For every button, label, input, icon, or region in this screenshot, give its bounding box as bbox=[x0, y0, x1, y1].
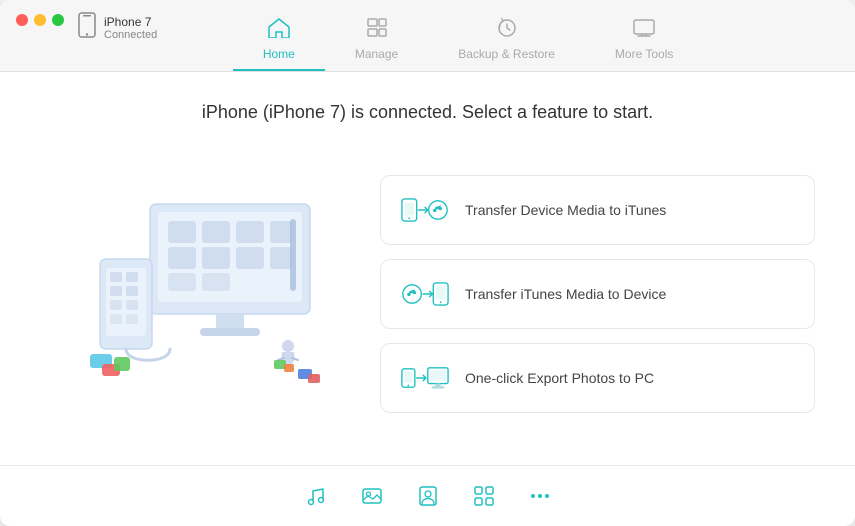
transfer-to-device-icon bbox=[401, 276, 449, 312]
tab-tools-label: More Tools bbox=[615, 47, 673, 61]
toolbar-photos-button[interactable] bbox=[354, 478, 390, 514]
backup-icon bbox=[496, 18, 518, 44]
tab-home-label: Home bbox=[263, 47, 295, 61]
tools-icon bbox=[633, 18, 655, 44]
maximize-button[interactable] bbox=[52, 14, 64, 26]
illustration bbox=[40, 164, 340, 424]
toolbar-apps-button[interactable] bbox=[466, 478, 502, 514]
toolbar-music-button[interactable] bbox=[298, 478, 334, 514]
feature-card-export-photos[interactable]: One-click Export Photos to PC bbox=[380, 343, 815, 413]
main-content: iPhone (iPhone 7) is connected. Select a… bbox=[0, 72, 855, 465]
traffic-lights bbox=[16, 14, 64, 26]
feature-card-export-photos-label: One-click Export Photos to PC bbox=[465, 370, 654, 386]
feature-card-transfer-to-device-label: Transfer iTunes Media to Device bbox=[465, 286, 666, 302]
device-icon bbox=[78, 12, 96, 43]
minimize-button[interactable] bbox=[34, 14, 46, 26]
headline: iPhone (iPhone 7) is connected. Select a… bbox=[202, 102, 653, 123]
device-status: Connected bbox=[104, 29, 157, 41]
tab-manage[interactable]: Manage bbox=[325, 10, 428, 71]
manage-icon bbox=[366, 18, 388, 44]
feature-card-transfer-to-device[interactable]: Transfer iTunes Media to Device bbox=[380, 259, 815, 329]
device-name: iPhone 7 bbox=[104, 15, 157, 29]
feature-card-transfer-to-itunes[interactable]: Transfer Device Media to iTunes bbox=[380, 175, 815, 245]
device-info: iPhone 7 Connected bbox=[78, 12, 157, 43]
tab-manage-label: Manage bbox=[355, 47, 398, 61]
tab-home[interactable]: Home bbox=[233, 10, 325, 71]
tab-backup-label: Backup & Restore bbox=[458, 47, 555, 61]
tab-tools[interactable]: More Tools bbox=[585, 10, 703, 71]
device-text: iPhone 7 Connected bbox=[104, 15, 157, 41]
feature-cards: Transfer Device Media to iTunes bbox=[380, 175, 815, 413]
transfer-to-itunes-icon bbox=[401, 192, 449, 228]
export-photos-icon bbox=[401, 360, 449, 396]
tab-backup[interactable]: Backup & Restore bbox=[428, 10, 585, 71]
home-icon bbox=[268, 18, 290, 44]
toolbar-more-button[interactable] bbox=[522, 478, 558, 514]
content-area: Transfer Device Media to iTunes bbox=[40, 143, 815, 445]
close-button[interactable] bbox=[16, 14, 28, 26]
nav-tabs: Home Manage bbox=[157, 10, 779, 71]
toolbar-contacts-button[interactable] bbox=[410, 478, 446, 514]
feature-card-transfer-to-itunes-label: Transfer Device Media to iTunes bbox=[465, 202, 666, 218]
app-window: iPhone 7 Connected Home bbox=[0, 0, 855, 526]
bottom-toolbar bbox=[0, 465, 855, 526]
titlebar: iPhone 7 Connected Home bbox=[0, 0, 855, 72]
